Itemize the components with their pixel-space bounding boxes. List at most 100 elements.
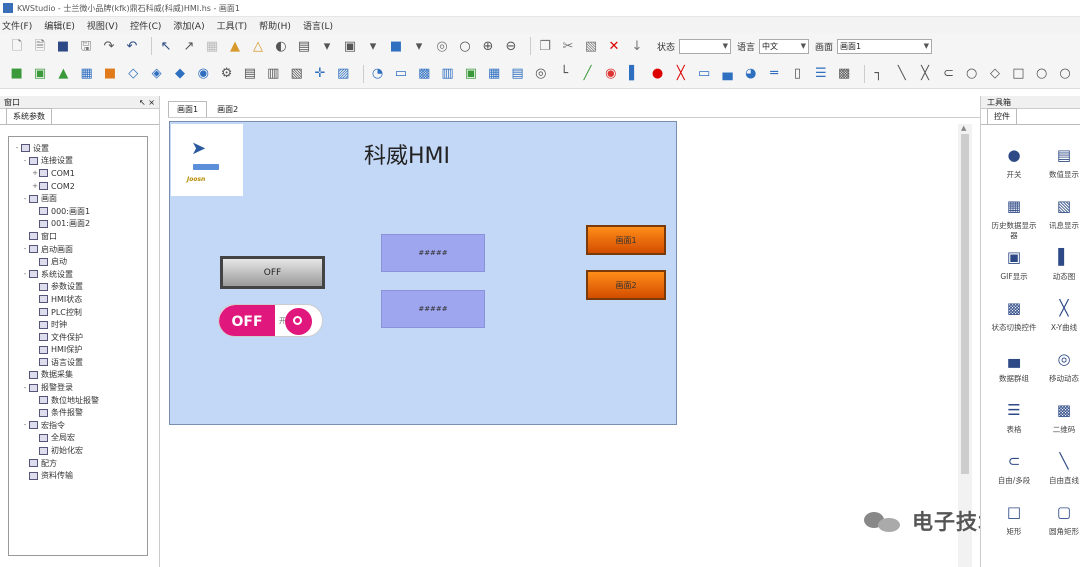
tree-expander-icon[interactable]: + xyxy=(31,182,39,190)
bit-switch-icon[interactable]: ■ xyxy=(8,65,25,83)
tree-node[interactable]: + COM1 xyxy=(9,167,147,180)
target-icon[interactable]: ◎ xyxy=(532,65,549,83)
tab-screen-1[interactable]: 画面1 xyxy=(168,101,208,117)
contrast-icon[interactable]: ◐ xyxy=(272,37,290,55)
pie-icon[interactable]: ◕ xyxy=(742,65,759,83)
tree-node[interactable]: 全局宏 xyxy=(9,432,147,445)
tree-node[interactable]: - 报警登录 xyxy=(9,381,147,394)
tree-node[interactable]: 启动 xyxy=(9,255,147,268)
table-icon[interactable]: ☰ xyxy=(812,65,829,83)
tree-node[interactable]: 001:画面2 xyxy=(9,218,147,231)
rect-icon[interactable]: □ xyxy=(1010,65,1027,83)
tree-expander-icon[interactable]: - xyxy=(21,195,29,203)
toolbox-item[interactable]: ▩ 二维码 xyxy=(1039,401,1080,453)
tree-expander-icon[interactable]: - xyxy=(21,270,29,278)
download-icon[interactable]: ↓ xyxy=(628,37,646,55)
language-select[interactable]: 中文 ▼ xyxy=(759,38,810,54)
data-group-icon[interactable]: ▤ xyxy=(509,65,526,83)
recipe-icon[interactable]: ▥ xyxy=(439,65,456,83)
toolbox-item[interactable]: ▌ 动态图 xyxy=(1039,248,1080,300)
arc-icon[interactable]: ⊂ xyxy=(940,65,957,83)
history-icon[interactable]: ▩ xyxy=(416,65,433,83)
toolbox-item[interactable]: ╲ 自由直线 xyxy=(1039,452,1080,504)
scrollbar-thumb[interactable] xyxy=(961,134,969,474)
menu-file[interactable]: 文件(F) xyxy=(2,19,32,32)
tree-node[interactable]: 文件保护 xyxy=(9,331,147,344)
toolbox-item[interactable]: ▩ 状态切换控件 xyxy=(989,299,1039,351)
status-select[interactable]: ▼ xyxy=(679,38,732,54)
off-button[interactable]: OFF xyxy=(220,256,325,289)
polyline-icon[interactable]: ┐ xyxy=(870,65,887,83)
tree-node[interactable]: 初始化宏 xyxy=(9,444,147,457)
line-icon[interactable]: ╲ xyxy=(893,65,910,83)
round-rect-icon[interactable]: ○ xyxy=(1056,65,1073,83)
delete-icon[interactable]: ✕ xyxy=(605,37,623,55)
toolbox-item[interactable]: □ 矩形 xyxy=(989,503,1039,555)
xy-chart-icon[interactable]: ╱ xyxy=(579,65,596,83)
ascii-input-icon[interactable]: ▧ xyxy=(288,65,305,83)
numeric-display-1[interactable]: ##### xyxy=(381,234,485,272)
tree-node[interactable]: 语言设置 xyxy=(9,356,147,369)
freeform-icon[interactable]: ╳ xyxy=(916,65,933,83)
bar-chart-icon[interactable]: ▄ xyxy=(719,65,736,83)
align-dropdown-icon[interactable]: ▾ xyxy=(318,37,336,55)
screen-switch-icon[interactable]: ▲ xyxy=(55,65,72,83)
tree-expander-icon[interactable]: - xyxy=(21,384,29,392)
numeric-display-2[interactable]: ##### xyxy=(381,290,485,328)
clock-icon[interactable]: ◔ xyxy=(369,65,386,83)
toolbox-item[interactable]: ▦ 历史数据显示器 xyxy=(989,197,1039,249)
zoom-icon[interactable]: ○ xyxy=(456,37,474,55)
chart-icon[interactable]: └ xyxy=(556,65,573,83)
toolbox-item[interactable]: ▤ 数值显示 xyxy=(1039,146,1080,198)
unlock-icon[interactable]: △ xyxy=(249,37,267,55)
image-icon[interactable]: ▣ xyxy=(462,65,479,83)
tab-controls[interactable]: 控件 xyxy=(987,108,1017,124)
bit-lamp-icon[interactable]: ◇ xyxy=(125,65,142,83)
tree-node[interactable]: HMI状态 xyxy=(9,293,147,306)
tree-node[interactable]: - 启动画面 xyxy=(9,243,147,256)
indicator-icon[interactable]: ◆ xyxy=(171,65,188,83)
new-project-icon[interactable]: 🗎 xyxy=(31,37,49,55)
text-input-icon[interactable]: ▥ xyxy=(265,65,282,83)
size-icon[interactable]: ▣ xyxy=(341,37,359,55)
menu-edit[interactable]: 编辑(E) xyxy=(44,19,75,32)
tree-expander-icon[interactable]: - xyxy=(21,421,29,429)
tree-node[interactable]: 数位地址报警 xyxy=(9,394,147,407)
size-dropdown-icon[interactable]: ▾ xyxy=(364,37,382,55)
tree-node[interactable]: - 系统设置 xyxy=(9,268,147,281)
warning-icon[interactable]: ● xyxy=(649,65,666,83)
toggle-switch[interactable]: OFF 开 xyxy=(218,304,323,337)
color-icon[interactable]: ■ xyxy=(387,37,405,55)
layer-icon[interactable]: ▤ xyxy=(295,37,313,55)
toolbox-item[interactable]: ▣ GIF显示 xyxy=(989,248,1039,300)
toolbox-item[interactable]: ▢ 圆角矩形 xyxy=(1039,503,1080,555)
tree-expander-icon[interactable]: + xyxy=(31,169,39,177)
toolbox-item[interactable]: ▄ 数据群组 xyxy=(989,350,1039,402)
tree-node[interactable]: 配方 xyxy=(9,457,147,470)
scroll-icon[interactable]: ▯ xyxy=(789,65,806,83)
text-lamp-icon[interactable]: ◉ xyxy=(195,65,212,83)
tree-expander-icon[interactable]: - xyxy=(21,245,29,253)
ellipse-icon[interactable]: ○ xyxy=(963,65,980,83)
grid-icon[interactable]: ▦ xyxy=(203,37,221,55)
tree-node[interactable]: HMI保护 xyxy=(9,344,147,357)
menu-tools[interactable]: 工具(T) xyxy=(217,19,248,32)
menu-view[interactable]: 视图(V) xyxy=(87,19,118,32)
numeric-input-icon[interactable]: ▤ xyxy=(241,65,258,83)
screen-select[interactable]: 画面1 ▼ xyxy=(837,38,933,54)
screen2-button[interactable]: 画面2 xyxy=(586,270,666,300)
paste-icon[interactable]: ▧ xyxy=(582,37,600,55)
multi-select-icon[interactable]: ↗ xyxy=(180,37,198,55)
tree-node[interactable]: PLC控制 xyxy=(9,306,147,319)
toolbox-item[interactable]: ▧ 讯息显示 xyxy=(1039,197,1080,249)
keyboard-icon[interactable]: ▨ xyxy=(335,65,352,83)
tree-node[interactable]: + COM2 xyxy=(9,180,147,193)
tree-node[interactable]: 资料传输 xyxy=(9,469,147,482)
word-switch-icon[interactable]: ▣ xyxy=(31,65,48,83)
toolbox-item[interactable]: ☰ 表格 xyxy=(989,401,1039,453)
cut-icon[interactable]: ✂ xyxy=(559,37,577,55)
tree-node[interactable]: 数据采集 xyxy=(9,369,147,382)
copy-icon[interactable]: ❐ xyxy=(536,37,554,55)
redo-icon[interactable]: ↷ xyxy=(100,37,118,55)
circle-icon[interactable]: ○ xyxy=(1033,65,1050,83)
